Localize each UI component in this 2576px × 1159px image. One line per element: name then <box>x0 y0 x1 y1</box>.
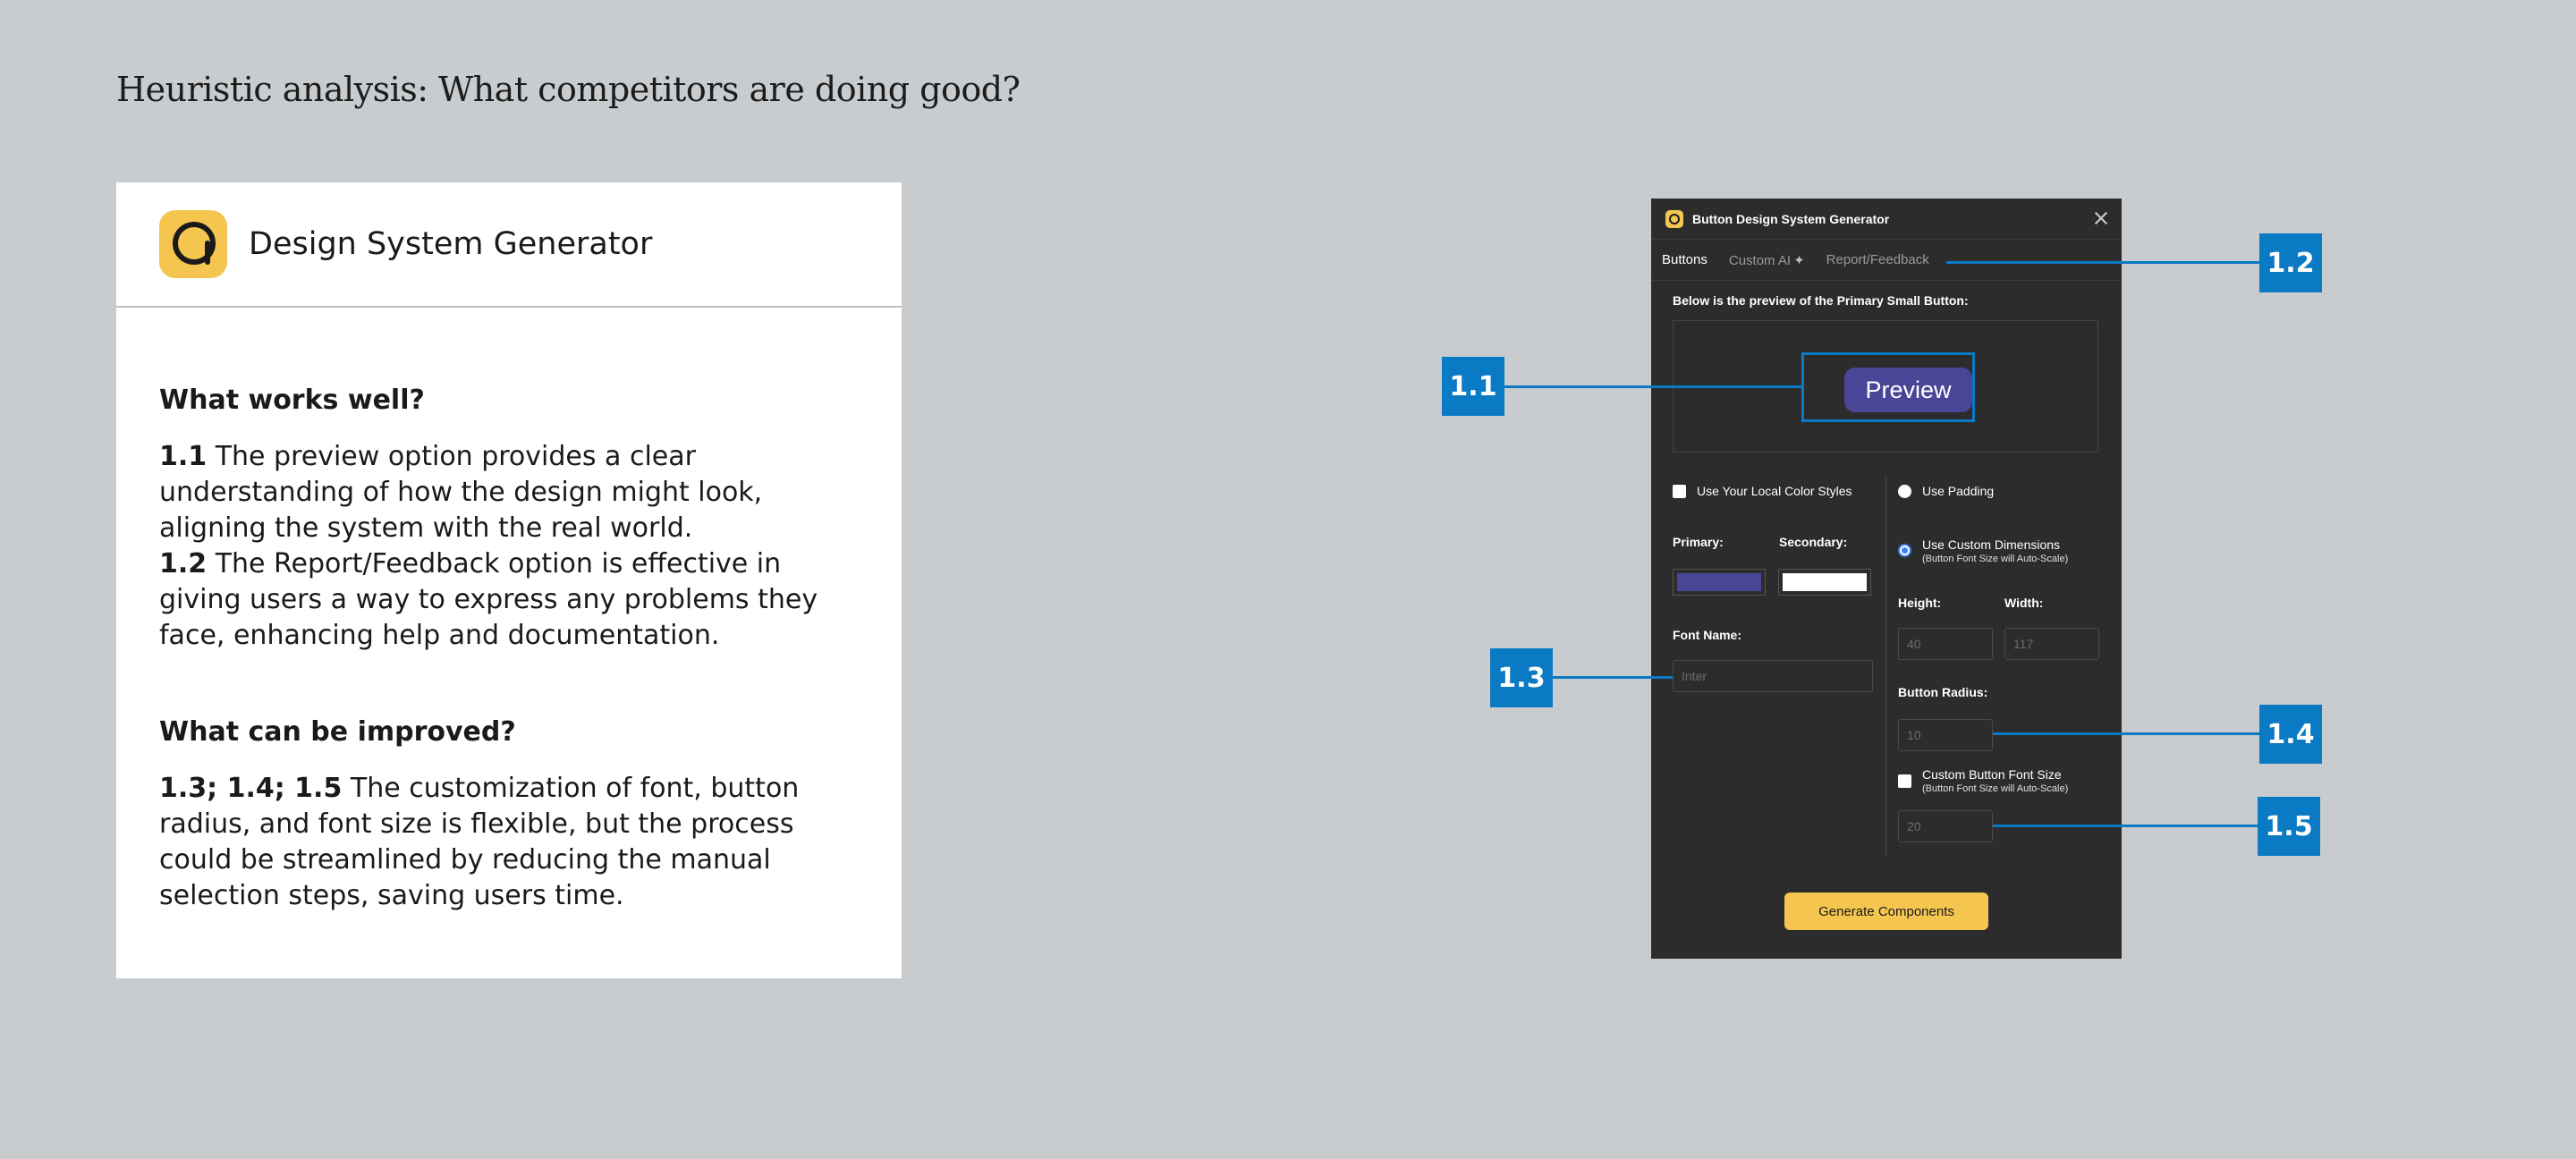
font-name-input[interactable]: Inter <box>1673 660 1873 692</box>
point-1-3-number: 1.3; 1.4; 1.5 <box>159 773 343 804</box>
custom-font-size-note: (Button Font Size will Auto-Scale) <box>1922 783 2069 794</box>
app-logo-icon <box>159 210 227 278</box>
callout-1-2-line <box>1946 261 2259 264</box>
primary-color-fill <box>1677 573 1761 591</box>
preview-label: Below is the preview of the Primary Smal… <box>1673 293 1969 308</box>
point-1-2-text: The Report/Feedback option is effective … <box>159 548 818 651</box>
secondary-color-swatch[interactable] <box>1778 569 1871 596</box>
custom-dimensions-note: (Button Font Size will Auto-Scale) <box>1922 554 2069 564</box>
tab-custom-ai[interactable]: Custom AI ✦ <box>1729 252 1805 268</box>
button-radius-input[interactable]: 10 <box>1898 719 1993 751</box>
plugin-window: Button Design System Generator Buttons C… <box>1651 199 2122 959</box>
preview-highlight-frame <box>1801 352 1975 422</box>
local-color-styles-label: Use Your Local Color Styles <box>1697 484 1852 498</box>
local-color-styles-checkbox[interactable] <box>1673 485 1686 498</box>
tab-report-feedback[interactable]: Report/Feedback <box>1826 252 1929 267</box>
card-title: Design System Generator <box>249 226 653 262</box>
works-well-text: 1.1 The preview option provides a clear … <box>159 439 859 654</box>
callout-1-4-line <box>1993 732 2259 735</box>
point-1-2-number: 1.2 <box>159 548 208 580</box>
info-card: Design System Generator What works well?… <box>116 182 902 978</box>
use-padding-radio[interactable] <box>1898 485 1911 498</box>
improve-text: 1.3; 1.4; 1.5 The customization of font,… <box>159 771 859 914</box>
tab-buttons[interactable]: Buttons <box>1662 252 1707 267</box>
height-input[interactable]: 40 <box>1898 628 1993 660</box>
callout-1-1-line <box>1504 385 1801 388</box>
card-body: What works well? 1.1 The preview option … <box>116 308 902 914</box>
callout-1-3: 1.3 <box>1490 648 1553 707</box>
secondary-color-fill <box>1783 573 1867 591</box>
custom-dimensions-radio[interactable] <box>1898 544 1911 557</box>
callout-1-2: 1.2 <box>2259 233 2322 292</box>
callout-1-5-line <box>1993 825 2258 827</box>
plugin-tabs: Buttons Custom AI ✦ Report/Feedback <box>1651 240 2122 281</box>
custom-font-size-checkbox[interactable] <box>1898 774 1911 788</box>
generate-components-button[interactable]: Generate Components <box>1784 893 1988 930</box>
secondary-label: Secondary: <box>1779 535 1848 549</box>
callout-1-3-line <box>1553 676 1673 679</box>
point-1-1-text: The preview option provides a clear unde… <box>159 441 763 544</box>
close-icon[interactable] <box>2093 210 2109 226</box>
tab-custom-ai-label: Custom AI <box>1728 252 1792 268</box>
custom-font-size-label: Custom Button Font Size <box>1922 767 2062 782</box>
improve-title: What can be improved? <box>159 716 516 748</box>
width-input[interactable]: 117 <box>2004 628 2099 660</box>
column-divider <box>1885 476 1886 857</box>
callout-1-4: 1.4 <box>2259 705 2322 764</box>
page-heading: Heuristic analysis: What competitors are… <box>116 70 1021 109</box>
sparkle-icon: ✦ <box>1793 252 1805 268</box>
point-1-1-number: 1.1 <box>159 441 208 472</box>
font-name-label: Font Name: <box>1673 628 1741 642</box>
primary-color-swatch[interactable] <box>1673 569 1766 596</box>
works-well-title: What works well? <box>159 385 425 416</box>
font-size-input[interactable]: 20 <box>1898 810 1993 842</box>
width-label: Width: <box>2004 596 2044 610</box>
custom-dimensions-label: Use Custom Dimensions <box>1922 537 2061 552</box>
callout-1-1: 1.1 <box>1442 357 1504 416</box>
plugin-title: Button Design System Generator <box>1692 211 1890 226</box>
card-header: Design System Generator <box>116 182 902 308</box>
plugin-titlebar: Button Design System Generator <box>1651 199 2122 240</box>
plugin-logo-icon <box>1665 209 1683 228</box>
height-label: Height: <box>1898 596 1942 610</box>
primary-label: Primary: <box>1673 535 1724 549</box>
use-padding-label: Use Padding <box>1922 484 1995 498</box>
button-radius-label: Button Radius: <box>1898 685 1988 699</box>
callout-1-5: 1.5 <box>2258 797 2320 856</box>
